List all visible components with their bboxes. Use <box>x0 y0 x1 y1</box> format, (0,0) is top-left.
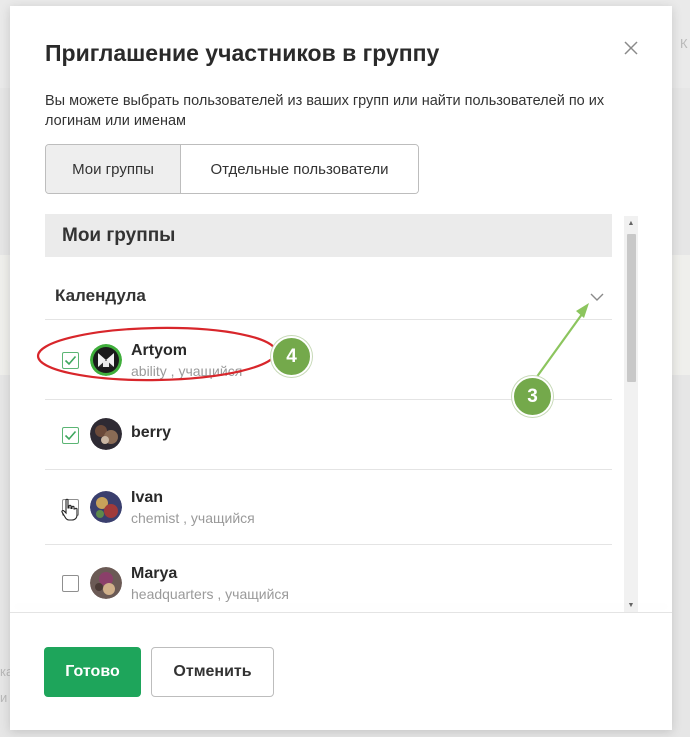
cancel-button[interactable]: Отменить <box>151 647 274 697</box>
background-hint-left-2: и <box>0 690 8 705</box>
scroll-down-arrow-icon[interactable]: ▼ <box>624 598 638 612</box>
annotation-badge-3: 3 <box>512 376 553 417</box>
section-header-label: Мои группы <box>62 224 176 246</box>
user-name-marya: Marya <box>131 565 178 582</box>
tab-individual-users[interactable]: Отдельные пользователи <box>181 145 418 193</box>
group-row-calendula[interactable]: Календула <box>45 269 612 320</box>
checkmark-icon <box>64 355 77 366</box>
background-hint-top-right: К <box>680 36 688 51</box>
close-button[interactable] <box>618 35 644 61</box>
tab-switcher: Мои группы Отдельные пользователи <box>45 144 419 194</box>
section-header: Мои группы <box>45 214 612 257</box>
scroll-up-arrow-icon[interactable]: ▲ <box>624 216 638 230</box>
user-checkbox-artyom[interactable] <box>62 352 79 369</box>
user-subtitle-artyom: ability , учащийся <box>131 363 243 379</box>
avatar-marya <box>90 567 122 599</box>
scroll-thumb[interactable] <box>627 234 636 382</box>
tab-my-groups[interactable]: Мои группы <box>46 145 181 193</box>
footer-divider <box>10 612 672 613</box>
avatar-berry <box>90 418 122 450</box>
user-checkbox-berry[interactable] <box>62 427 79 444</box>
done-button[interactable]: Готово <box>44 647 141 697</box>
chevron-down-icon[interactable] <box>589 292 605 302</box>
user-row-ivan: Ivan chemist , учащийся <box>45 470 612 545</box>
user-name-artyom: Artyom <box>131 342 188 359</box>
avatar-artyom <box>90 344 122 376</box>
invite-members-dialog: Приглашение участников в группу Вы может… <box>10 6 672 730</box>
checkmark-icon <box>64 430 77 441</box>
close-icon <box>624 41 638 55</box>
user-name-ivan: Ivan <box>131 489 164 506</box>
annotation-badge-4: 4 <box>271 336 312 377</box>
dialog-description: Вы можете выбрать пользователей из ваших… <box>45 93 605 129</box>
group-name: Календула <box>55 286 146 305</box>
user-subtitle-marya: headquarters , учащийся <box>131 586 289 602</box>
dialog-title: Приглашение участников в группу <box>45 40 440 66</box>
user-name-berry: berry <box>131 424 172 441</box>
avatar-ivan <box>90 491 122 523</box>
list-scrollbar[interactable]: ▲ ▼ <box>624 216 638 612</box>
hand-cursor-icon <box>61 498 78 521</box>
user-checkbox-marya[interactable] <box>62 575 79 592</box>
user-row-marya: Marya headquarters , учащийся <box>45 545 612 612</box>
user-subtitle-ivan: chemist , учащийся <box>131 510 255 526</box>
